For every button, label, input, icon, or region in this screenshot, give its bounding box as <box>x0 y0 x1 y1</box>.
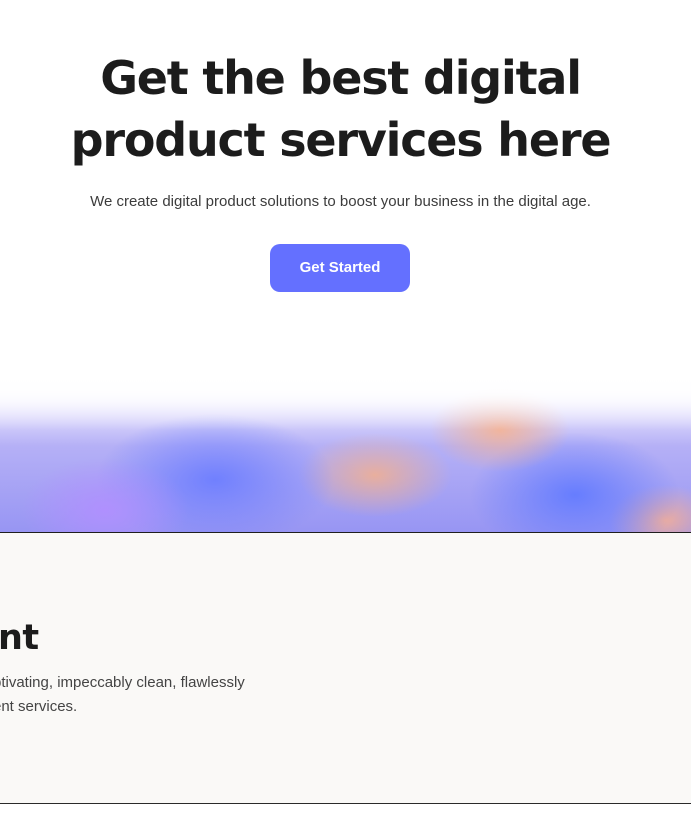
hero-title: Get the best digital product services he… <box>0 47 681 171</box>
hero-subtitle: We create digital product solutions to b… <box>90 193 591 210</box>
get-started-button[interactable]: Get Started <box>270 244 410 292</box>
hero-title-line-1: Get the best digital <box>100 51 582 105</box>
service-description: ptivating, impeccably clean, flawlessly … <box>0 671 293 719</box>
service-description-line-2: ent services. <box>0 698 78 715</box>
landing-page: Get the best digital product services he… <box>0 0 691 816</box>
hero-section: Get the best digital product services he… <box>0 0 691 380</box>
service-section: nt ptivating, impeccably clean, flawless… <box>0 533 691 803</box>
hero-title-line-2: product services here <box>70 113 612 167</box>
next-section-edge <box>0 804 691 816</box>
decorative-gradient-band <box>0 372 691 533</box>
service-description-line-1: ptivating, impeccably clean, flawlessly <box>0 674 245 691</box>
service-title: nt <box>0 618 39 658</box>
